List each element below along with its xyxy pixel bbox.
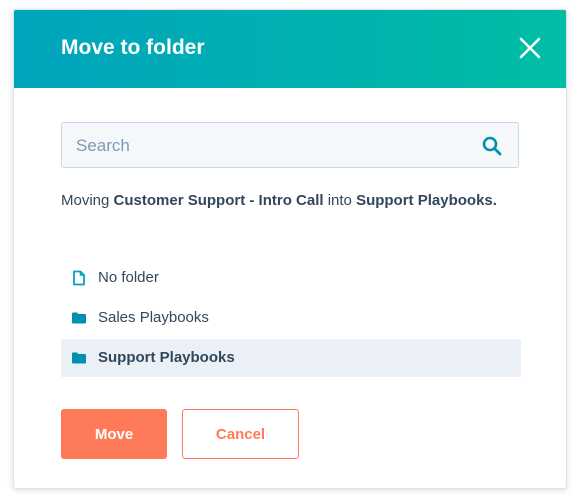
folder-icon [72, 352, 86, 364]
folder-option-no-folder[interactable]: No folder [61, 259, 521, 297]
folder-list: No folder Sales Playbooks Support Playbo… [61, 259, 521, 379]
screenshot-frame: Move to folder Moving Customer Support -… [0, 0, 578, 498]
dialog-header: Move to folder [14, 10, 566, 88]
folder-option-support-playbooks[interactable]: Support Playbooks [61, 339, 521, 377]
document-icon [73, 270, 85, 286]
move-summary-middle: into [323, 192, 357, 209]
folder-option-label: No folder [98, 269, 159, 286]
folder-option-label: Support Playbooks [98, 349, 235, 366]
move-summary: Moving Customer Support - Intro Call int… [61, 186, 501, 216]
move-to-folder-dialog: Move to folder Moving Customer Support -… [13, 9, 567, 489]
move-button[interactable]: Move [61, 409, 167, 459]
target-folder-name: Support Playbooks [356, 192, 493, 209]
search-icon[interactable] [482, 136, 502, 156]
folder-icon [72, 312, 86, 324]
dialog-title: Move to folder [61, 36, 205, 59]
search-input[interactable] [74, 123, 468, 169]
search-box [61, 122, 519, 169]
move-summary-suffix: . [492, 192, 497, 209]
move-summary-prefix: Moving [61, 192, 114, 209]
close-icon [519, 37, 541, 59]
moving-item-name: Customer Support - Intro Call [113, 192, 324, 209]
folder-option-sales-playbooks[interactable]: Sales Playbooks [61, 299, 521, 337]
close-button[interactable] [516, 34, 544, 62]
folder-option-label: Sales Playbooks [98, 309, 209, 326]
cancel-button[interactable]: Cancel [182, 409, 299, 459]
